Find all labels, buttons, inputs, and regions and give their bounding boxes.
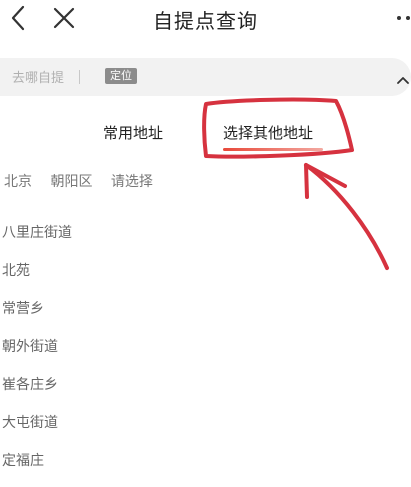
chevron-up-icon bbox=[397, 77, 409, 84]
self-pickup-query-page: { "header": { "title": "自提点查询", "back_ic… bbox=[0, 0, 411, 487]
page-title: 自提点查询 bbox=[153, 9, 258, 33]
list-item[interactable]: 崔各庄乡 bbox=[0, 366, 411, 404]
annotation-arrow-head bbox=[304, 163, 347, 199]
breadcrumb-district[interactable]: 朝阳区 bbox=[50, 174, 92, 190]
region-breadcrumb: 北京 朝阳区 请选择 bbox=[4, 171, 167, 191]
tab-common-address[interactable]: 常用地址 bbox=[103, 122, 163, 143]
locate-button[interactable]: 定位 bbox=[105, 68, 137, 84]
active-tab-indicator bbox=[223, 148, 323, 151]
tab-other-address[interactable]: 选择其他地址 bbox=[223, 122, 313, 143]
more-button[interactable] bbox=[397, 14, 411, 22]
district-list: 八里庄街道 北苑 常营乡 朝外街道 崔各庄乡 大屯街道 定福庄 bbox=[0, 214, 411, 480]
more-dots-icon bbox=[397, 16, 401, 20]
list-item[interactable]: 八里庄街道 bbox=[0, 214, 411, 252]
list-item[interactable]: 朝外街道 bbox=[0, 328, 411, 366]
list-item[interactable]: 常营乡 bbox=[0, 290, 411, 328]
search-divider bbox=[79, 70, 80, 84]
list-item[interactable]: 定福庄 bbox=[0, 442, 411, 480]
breadcrumb-prompt[interactable]: 请选择 bbox=[111, 174, 153, 190]
breadcrumb-city[interactable]: 北京 bbox=[4, 174, 32, 190]
list-item[interactable]: 北苑 bbox=[0, 252, 411, 290]
search-input[interactable]: 去哪自提 bbox=[12, 67, 64, 86]
header-bar: 自提点查询 bbox=[0, 0, 411, 40]
collapse-button[interactable] bbox=[397, 70, 409, 84]
search-bar: 去哪自提 定位 bbox=[0, 58, 411, 96]
list-item[interactable]: 大屯街道 bbox=[0, 404, 411, 442]
